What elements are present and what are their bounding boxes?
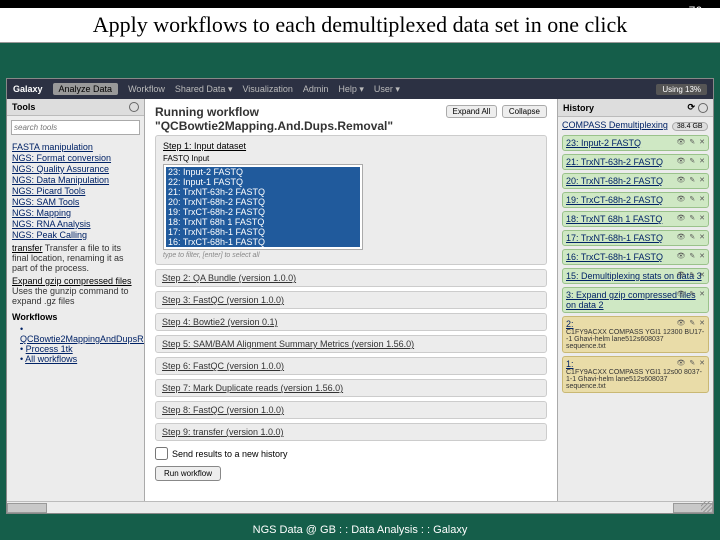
slide-footer: NGS Data @ GB : : Data Analysis : : Gala… <box>0 524 720 536</box>
wf-item[interactable]: Process 1tk <box>26 344 73 354</box>
expand-all-button[interactable]: Expand All <box>446 105 498 118</box>
nav-help[interactable]: Help ▾ <box>338 84 364 95</box>
workflows-header: Workflows <box>12 312 139 322</box>
tool-link[interactable]: FASTA manipulation <box>12 142 139 152</box>
option[interactable]: 22: Input-1 FASTQ <box>166 177 360 187</box>
resize-handle[interactable] <box>701 501 713 513</box>
option[interactable]: 17: TrxNT-68h-1 FASTQ <box>166 227 360 237</box>
wf-item[interactable]: QCBowtie2MappingAndDupsRemoval <box>20 334 144 344</box>
history-item[interactable]: 15: Demultiplexing stats on data 3👁 ✎ ✕ <box>562 268 709 284</box>
item-actions[interactable]: 👁 ✎ ✕ <box>676 252 706 260</box>
tools-header: Tools <box>7 99 144 116</box>
history-item[interactable]: 2:👁 ✎ ✕C1FY9ACXX COMPASS YGI1 12300 BU17… <box>562 316 709 353</box>
history-header: History⟳ <box>558 99 713 117</box>
input-label: FASTQ Input <box>163 154 539 163</box>
tool-link[interactable]: NGS: Picard Tools <box>12 186 139 196</box>
item-actions[interactable]: 👁 ✎ ✕ <box>676 290 706 298</box>
tool-link[interactable]: NGS: Quality Assurance <box>12 164 139 174</box>
scrollbar[interactable] <box>7 501 713 513</box>
tool-link[interactable]: NGS: Peak Calling <box>12 230 139 240</box>
item-actions[interactable]: 👁 ✎ ✕ <box>676 359 706 367</box>
option[interactable]: 18: TrxNT 68h 1 FASTQ <box>166 217 360 227</box>
nav-workflow[interactable]: Workflow <box>128 84 165 94</box>
tool-link[interactable]: NGS: RNA Analysis <box>12 219 139 229</box>
step-row[interactable]: Step 4: Bowtie2 (version 0.1) <box>155 313 547 331</box>
item-actions[interactable]: 👁 ✎ ✕ <box>676 157 706 165</box>
step-row[interactable]: Step 3: FastQC (version 1.0.0) <box>155 291 547 309</box>
option[interactable]: 23: Input-2 FASTQ <box>166 167 360 177</box>
step-1-box: Step 1: Input dataset FASTQ Input 23: In… <box>155 135 547 265</box>
item-actions[interactable]: 👁 ✎ ✕ <box>676 319 706 327</box>
option[interactable]: 21: TrxNT-63h-2 FASTQ <box>166 187 360 197</box>
step-row[interactable]: Step 9: transfer (version 1.0.0) <box>155 423 547 441</box>
step-row[interactable]: Step 6: FastQC (version 1.0.0) <box>155 357 547 375</box>
history-item[interactable]: 23: Input-2 FASTQ👁 ✎ ✕ <box>562 135 709 151</box>
option[interactable]: 20: TrxNT-68h-2 FASTQ <box>166 197 360 207</box>
collapse-button[interactable]: Collapse <box>502 105 547 118</box>
step-row[interactable]: Step 2: QA Bundle (version 1.0.0) <box>155 269 547 287</box>
history-item[interactable]: 21: TrxNT-63h-2 FASTQ👁 ✎ ✕ <box>562 154 709 170</box>
nav-analyze[interactable]: Analyze Data <box>53 83 119 95</box>
history-item[interactable]: 20: TrxNT-68h-2 FASTQ👁 ✎ ✕ <box>562 173 709 189</box>
item-actions[interactable]: 👁 ✎ ✕ <box>676 195 706 203</box>
step-row[interactable]: Step 7: Mark Duplicate reads (version 1.… <box>155 379 547 397</box>
slide-title: Apply workflows to each demultiplexed da… <box>0 8 720 43</box>
tool-gzip[interactable]: Expand gzip compressed files <box>12 276 132 286</box>
size-badge: 38.4 GB <box>672 122 708 131</box>
tool-transfer[interactable]: transfer <box>12 243 43 253</box>
tool-link[interactable]: NGS: Mapping <box>12 208 139 218</box>
step-row[interactable]: Step 8: FastQC (version 1.0.0) <box>155 401 547 419</box>
slide-number: 76 <box>689 4 702 18</box>
history-item[interactable]: 18: TrxNT 68h 1 FASTQ👁 ✎ ✕ <box>562 211 709 227</box>
nav-user[interactable]: User ▾ <box>374 84 400 95</box>
history-name[interactable]: COMPASS Demultiplexing <box>562 120 668 130</box>
tool-link[interactable]: NGS: Format conversion <box>12 153 139 163</box>
usage-badge: Using 13% <box>656 84 707 95</box>
step-1-label[interactable]: Step 1: Input dataset <box>163 141 539 151</box>
search-input[interactable] <box>11 120 140 135</box>
history-item[interactable]: 19: TrxCT-68h-2 FASTQ👁 ✎ ✕ <box>562 192 709 208</box>
scroll-thumb[interactable] <box>7 503 47 513</box>
history-item[interactable]: 1:👁 ✎ ✕C1FY9ACXX COMPASS YGI1 12s00 8037… <box>562 356 709 393</box>
item-actions[interactable]: 👁 ✎ ✕ <box>676 138 706 146</box>
gear-icon[interactable] <box>698 103 708 113</box>
nav-shared[interactable]: Shared Data ▾ <box>175 84 233 95</box>
history-item[interactable]: 17: TrxNT-68h-1 FASTQ👁 ✎ ✕ <box>562 230 709 246</box>
new-history-checkbox[interactable]: Send results to a new history <box>155 447 547 460</box>
tool-link[interactable]: NGS: Data Manipulation <box>12 175 139 185</box>
top-nav: Galaxy Analyze Data Workflow Shared Data… <box>7 79 713 99</box>
logo: Galaxy <box>13 84 43 94</box>
dataset-multiselect[interactable]: 23: Input-2 FASTQ 22: Input-1 FASTQ 21: … <box>163 164 363 250</box>
run-workflow-button[interactable]: Run workflow <box>155 466 221 481</box>
gear-icon[interactable] <box>129 102 139 112</box>
select-hint: type to filter, [enter] to select all <box>163 252 539 259</box>
nav-admin[interactable]: Admin <box>303 84 329 94</box>
item-actions[interactable]: 👁 ✎ ✕ <box>676 214 706 222</box>
tool-link[interactable]: NGS: SAM Tools <box>12 197 139 207</box>
option[interactable]: 19: TrxCT-68h-2 FASTQ <box>166 207 360 217</box>
galaxy-app: Galaxy Analyze Data Workflow Shared Data… <box>6 78 714 514</box>
history-panel: History⟳ COMPASS Demultiplexing 38.4 GB 2… <box>557 99 713 513</box>
item-actions[interactable]: 👁 ✎ ✕ <box>676 233 706 241</box>
option[interactable]: 16: TrxCT-68h-1 FASTQ <box>166 237 360 247</box>
item-actions[interactable]: 👁 ✎ ✕ <box>676 271 706 279</box>
refresh-icon[interactable]: ⟳ <box>687 102 695 113</box>
item-actions[interactable]: 👁 ✎ ✕ <box>676 176 706 184</box>
step-row[interactable]: Step 5: SAM/BAM Alignment Summary Metric… <box>155 335 547 353</box>
tools-panel: Tools FASTA manipulation NGS: Format con… <box>7 99 145 513</box>
history-item[interactable]: 16: TrxCT-68h-1 FASTQ👁 ✎ ✕ <box>562 249 709 265</box>
wf-item[interactable]: All workflows <box>25 354 77 364</box>
history-item[interactable]: 3: Expand gzip compressed files on data … <box>562 287 709 313</box>
nav-visualization[interactable]: Visualization <box>242 84 292 94</box>
center-panel: Expand All Collapse Running workflow "QC… <box>145 99 557 513</box>
